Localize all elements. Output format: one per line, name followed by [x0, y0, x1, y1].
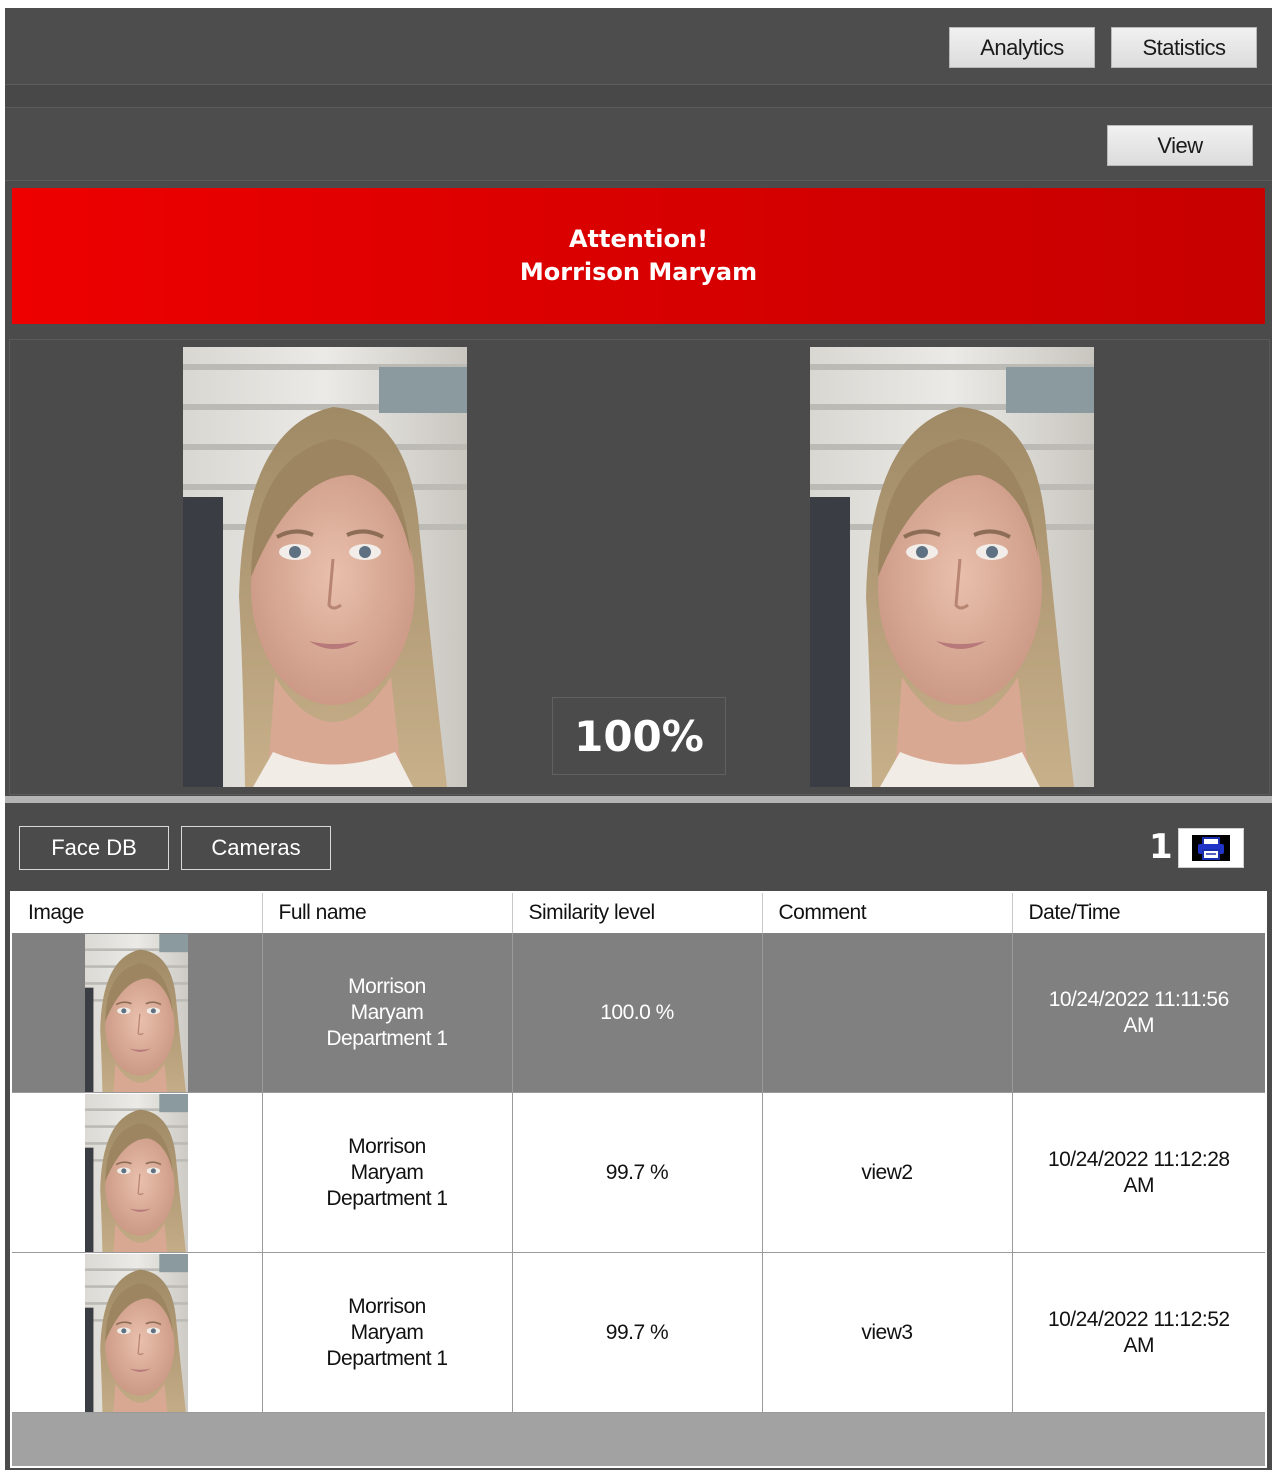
table-row[interactable]: Morrison Maryam Department 1 99.7 % view…	[12, 1252, 1265, 1413]
row-full-name: Morrison Maryam Department 1	[262, 933, 513, 1093]
attention-banner: Attention! Morrison Maryam	[12, 188, 1265, 324]
detected-face-image	[183, 347, 467, 787]
name-line: Maryam	[350, 1160, 424, 1184]
row-comment	[762, 933, 1013, 1093]
department-line: Department 1	[326, 1026, 448, 1050]
name-line: Morrison	[348, 974, 426, 998]
statistics-button[interactable]: Statistics	[1111, 27, 1257, 68]
name-line: Maryam	[350, 1000, 424, 1024]
time-suffix: AM	[1123, 1013, 1155, 1037]
date-line: 10/24/2022 11:12:28	[1047, 1147, 1230, 1171]
app-window: Analytics Statistics View Attention! Mor…	[5, 8, 1272, 1470]
results-grid: Image Full name Similarity level Comment…	[10, 891, 1267, 1468]
row-image-cell	[12, 1252, 263, 1413]
row-similarity: 99.7 %	[512, 1092, 763, 1253]
face-comparison-panel: 100%	[9, 339, 1270, 795]
print-button[interactable]	[1178, 828, 1244, 868]
row-full-name: Morrison Maryam Department 1	[262, 1252, 513, 1413]
printer-icon	[1192, 835, 1230, 861]
row-full-name: Morrison Maryam Department 1	[262, 1092, 513, 1253]
time-suffix: AM	[1123, 1173, 1155, 1197]
row-similarity: 100.0 %	[512, 933, 763, 1093]
column-header-date-time[interactable]: Date/Time	[1012, 893, 1265, 933]
date-line: 10/24/2022 11:12:52	[1047, 1307, 1230, 1331]
row-comment: view2	[762, 1092, 1013, 1253]
time-suffix: AM	[1123, 1333, 1155, 1357]
table-row[interactable]: Morrison Maryam Department 1 99.7 % view…	[12, 1092, 1265, 1253]
view-button[interactable]: View	[1107, 125, 1253, 166]
row-face-thumbnail	[85, 1253, 189, 1412]
similarity-score: 100%	[552, 697, 726, 775]
name-line: Morrison	[348, 1134, 426, 1158]
row-face-thumbnail	[85, 1093, 189, 1252]
column-header-similarity[interactable]: Similarity level	[512, 893, 763, 933]
results-toolbar: Face DB Cameras 1	[5, 811, 1272, 885]
row-similarity: 99.7 %	[512, 1252, 763, 1413]
row-date-time: 10/24/2022 11:12:28 AM	[1012, 1092, 1265, 1253]
alert-title: Attention!	[568, 225, 709, 253]
panel-divider[interactable]	[5, 796, 1272, 803]
top-toolbar: Analytics Statistics	[5, 8, 1272, 85]
column-header-comment[interactable]: Comment	[762, 893, 1013, 933]
view-toolbar: View	[5, 108, 1272, 181]
row-image-cell	[12, 933, 263, 1093]
department-line: Department 1	[326, 1346, 448, 1370]
result-count: 1	[1149, 827, 1173, 867]
column-header-image[interactable]: Image	[12, 893, 263, 933]
row-date-time: 10/24/2022 11:11:56 AM	[1012, 933, 1265, 1093]
alert-person-name: Morrison Maryam	[519, 258, 758, 286]
date-line: 10/24/2022 11:11:56	[1048, 987, 1230, 1011]
face-db-button[interactable]: Face DB	[19, 826, 169, 870]
name-line: Morrison	[348, 1294, 426, 1318]
separator-strip	[5, 85, 1272, 108]
column-header-full-name[interactable]: Full name	[262, 893, 513, 933]
row-date-time: 10/24/2022 11:12:52 AM	[1012, 1252, 1265, 1413]
cameras-button[interactable]: Cameras	[181, 826, 331, 870]
name-line: Maryam	[350, 1320, 424, 1344]
row-comment: view3	[762, 1252, 1013, 1413]
row-image-cell	[12, 1092, 263, 1253]
table-row[interactable]: Morrison Maryam Department 1 100.0 % 10/…	[12, 933, 1265, 1093]
analytics-button[interactable]: Analytics	[949, 27, 1095, 68]
department-line: Department 1	[326, 1186, 448, 1210]
database-face-image	[810, 347, 1094, 787]
row-face-thumbnail	[85, 933, 189, 1092]
